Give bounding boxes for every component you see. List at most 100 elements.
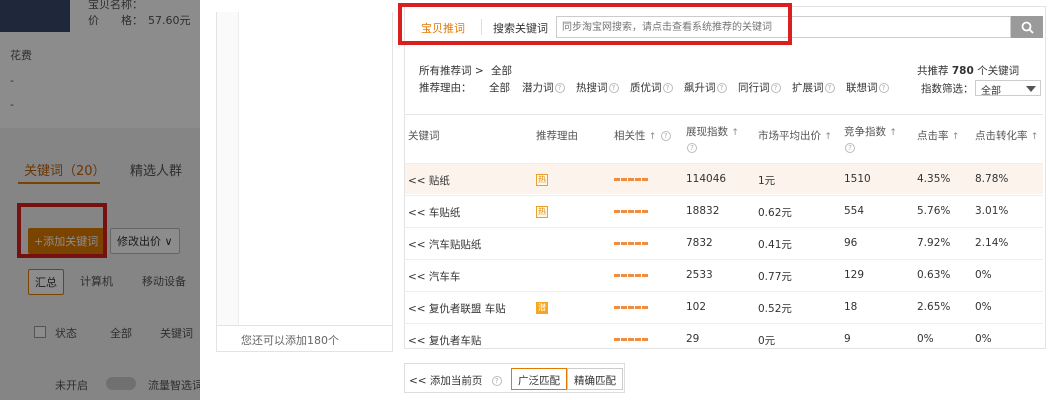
sort-icon[interactable]: ↑ [889, 128, 897, 138]
reason-quality-label: 质优词 [630, 82, 662, 94]
help-icon[interactable]: ? [824, 83, 835, 93]
help-icon[interactable]: ? [845, 143, 855, 153]
reason-peer[interactable]: 同行词? [738, 80, 781, 95]
total-recommend: 共推荐 780 个关键词 [917, 63, 1019, 78]
competition-cell: 18 [844, 301, 858, 313]
hot-badge: 热 [536, 206, 548, 218]
index-filter-label: 指数筛选： [921, 83, 974, 95]
cvr-cell: 0% [975, 333, 992, 345]
avg-bid-cell: 0.77元 [758, 271, 792, 283]
ctr-cell: 7.92% [917, 237, 951, 249]
reason-all[interactable]: 全部 [489, 80, 510, 95]
help-icon[interactable]: ? [608, 83, 619, 93]
table-row[interactable]: << 复仇者联盟 车贴 潜 102 0.52元 18 2.65% 0% [405, 291, 1043, 322]
reason-rising[interactable]: 飙升词? [684, 80, 727, 95]
ctr-cell: 0% [917, 333, 934, 345]
reason-associative-label: 联想词 [846, 82, 878, 94]
selected-keywords-scroll[interactable] [217, 12, 239, 326]
total-count: 780 [951, 65, 974, 77]
column-header-avg-bid[interactable]: 市场平均出价 ↑ [758, 115, 832, 163]
column-header-impressions[interactable]: 展现指数 ↑? [686, 111, 739, 159]
help-icon[interactable]: ? [660, 131, 671, 141]
column-header-cvr[interactable]: 点击转化率 ↑ [975, 115, 1038, 163]
reason-associative[interactable]: 联想词? [846, 80, 889, 95]
table-row[interactable]: << 汽车贴贴纸 7832 0.41元 96 7.92% 2.14% [405, 227, 1043, 258]
competition-cell: 554 [844, 205, 865, 217]
reason-rising-label: 飙升词 [684, 82, 716, 94]
selected-keywords-panel: 您还可以添加180个 [216, 12, 393, 352]
competition-cell: 96 [844, 237, 858, 249]
help-icon[interactable]: ? [716, 83, 727, 93]
cvr-cell: 0% [975, 301, 992, 313]
table-row[interactable]: << 复仇者车贴 29 0元 9 0% 0% [405, 323, 1043, 354]
impressions-cell: 18832 [686, 205, 720, 217]
avg-bid-cell: 0.62元 [758, 207, 792, 219]
cvr-cell: 3.01% [975, 205, 1009, 217]
total-prefix: 共推荐 [917, 65, 949, 77]
index-filter-select[interactable]: 全部 [975, 80, 1041, 97]
impressions-cell: 102 [686, 301, 707, 313]
sort-icon[interactable]: ↑ [731, 128, 739, 138]
relevance-bar [614, 338, 648, 341]
help-icon[interactable]: ? [554, 83, 565, 93]
exact-match-button[interactable]: 精确匹配 [567, 368, 623, 390]
reason-hot-search[interactable]: 热搜词? [576, 80, 619, 95]
relevance-bar [614, 210, 648, 213]
ctr-label: 点击率 [917, 130, 949, 142]
reason-hot-search-label: 热搜词 [576, 82, 608, 94]
remaining-count: 您还可以添加180个 [217, 325, 392, 351]
keyword-cell[interactable]: << 车贴纸 [408, 205, 460, 220]
impressions-cell: 7832 [686, 237, 713, 249]
column-header-ctr[interactable]: 点击率 ↑ [917, 115, 959, 163]
column-header-reason: 推荐理由 [536, 130, 578, 142]
total-suffix: 个关键词 [977, 65, 1020, 77]
cvr-cell: 8.78% [975, 173, 1009, 185]
add-current-page-label: << 添加当前页 [409, 375, 483, 387]
sort-icon[interactable]: ↑ [649, 132, 657, 142]
keyword-cell[interactable]: << 贴纸 [408, 173, 450, 188]
ctr-cell: 0.63% [917, 269, 951, 281]
table-row[interactable]: << 贴纸 热 114046 1元 1510 4.35% 8.78% [405, 163, 1043, 194]
column-header-competition[interactable]: 竞争指数 ↑? [844, 111, 897, 159]
avg-bid-cell: 0.41元 [758, 239, 792, 251]
impressions-cell: 29 [686, 333, 700, 345]
reason-extended[interactable]: 扩展词? [792, 80, 835, 95]
search-button[interactable] [1011, 16, 1043, 38]
sort-icon[interactable]: ↑ [1031, 132, 1039, 142]
column-header-keyword: 关键词 [408, 130, 440, 142]
keyword-cell[interactable]: << 汽车贴贴纸 [408, 237, 481, 252]
sort-icon[interactable]: ↑ [824, 132, 832, 142]
competition-cell: 9 [844, 333, 851, 345]
reason-quality[interactable]: 质优词? [630, 80, 673, 95]
sort-icon[interactable]: ↑ [952, 132, 960, 142]
impressions-cell: 2533 [686, 269, 713, 281]
avg-bid-cell: 0元 [758, 335, 776, 347]
ctr-cell: 4.35% [917, 173, 951, 185]
keyword-recommend-panel: 宝贝推词 搜索关键词 所有推荐词 > 全部 推荐理由： 全部 潜力词? 热搜词?… [404, 6, 1046, 349]
broad-match-button[interactable]: 广泛匹配 [511, 368, 567, 390]
help-icon[interactable]: ? [662, 83, 673, 93]
add-current-page-button[interactable]: << 添加当前页 ? [409, 373, 502, 388]
index-filter-value: 全部 [981, 86, 1001, 97]
reason-potential-label: 潜力词 [522, 82, 554, 94]
keyword-cell[interactable]: << 复仇者联盟 车贴 [408, 301, 506, 316]
help-icon[interactable]: ? [770, 83, 781, 93]
all-words-value[interactable]: 全部 [491, 65, 512, 77]
column-header-relevance[interactable]: 相关性 ↑ ? [614, 115, 671, 163]
table-row[interactable]: << 汽车车 2533 0.77元 129 0.63% 0% [405, 259, 1043, 290]
relevance-bar [614, 306, 648, 309]
help-icon[interactable]: ? [687, 143, 697, 153]
table-row[interactable]: << 车贴纸 热 18832 0.62元 554 5.76% 3.01% [405, 195, 1043, 226]
cvr-cell: 0% [975, 269, 992, 281]
avg-bid-cell: 0.52元 [758, 303, 792, 315]
keyword-cell[interactable]: << 汽车车 [408, 269, 460, 284]
potential-badge: 潜 [536, 302, 548, 314]
all-words-breadcrumb: 所有推荐词 > 全部 [419, 63, 512, 78]
keyword-table: 关键词 推荐理由 相关性 ↑ ? 展现指数 ↑? 市场平均出价 ↑ 竞争指数 ↑… [405, 114, 1043, 350]
reason-peer-label: 同行词 [738, 82, 770, 94]
search-icon [1021, 21, 1034, 34]
keyword-cell[interactable]: << 复仇者车贴 [408, 333, 481, 348]
help-icon[interactable]: ? [878, 83, 889, 93]
reason-potential[interactable]: 潜力词? [522, 80, 565, 95]
help-icon[interactable]: ? [491, 376, 502, 386]
